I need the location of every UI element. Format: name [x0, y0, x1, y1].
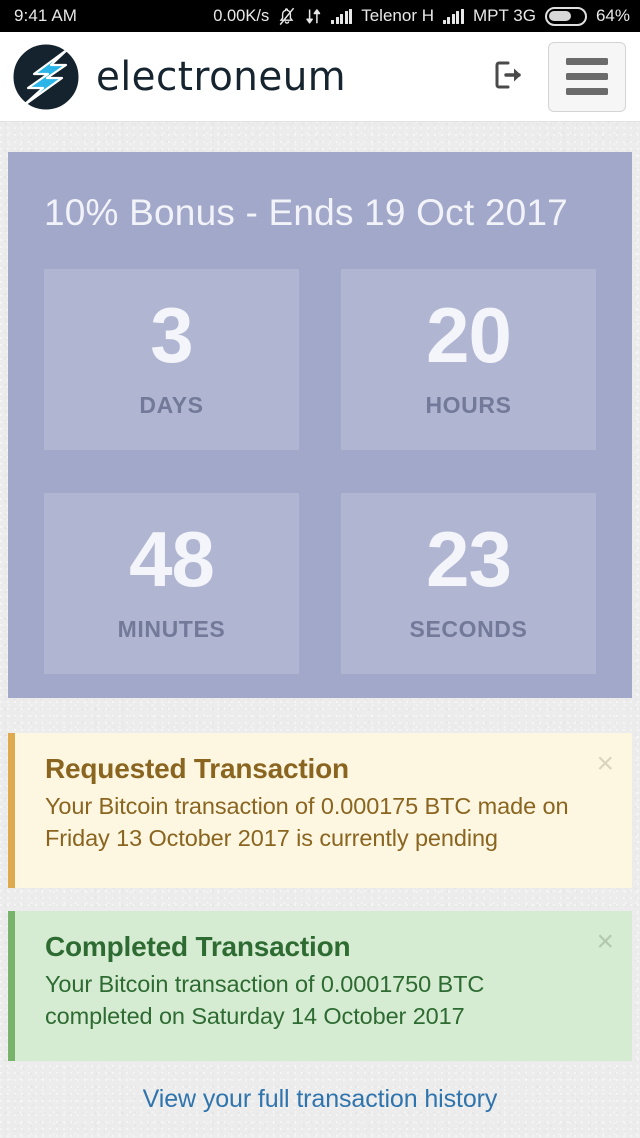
logout-icon [492, 58, 526, 95]
countdown-label: HOURS [425, 391, 512, 418]
network-speed-label: 0.00K/s [213, 6, 270, 25]
carrier-secondary-label: MPT 3G [472, 6, 536, 25]
app-header: electroneum [0, 32, 640, 122]
battery-percent-label: 64% [595, 6, 630, 25]
header-actions [488, 41, 626, 112]
battery-icon [544, 6, 587, 26]
countdown-label: DAYS [139, 391, 204, 418]
signal-bars-icon-secondary [442, 8, 464, 24]
countdown-cell-minutes: 48 MINUTES [44, 493, 299, 674]
bell-muted-icon [278, 7, 296, 26]
countdown-cell-hours: 20 HOURS [341, 269, 596, 450]
close-icon[interactable]: × [596, 749, 614, 779]
status-bar-clock: 9:41 AM [14, 6, 78, 25]
countdown-grid: 3 DAYS 20 HOURS 48 MINUTES 23 SECONDS [44, 269, 596, 674]
status-bar: 9:41 AM 0.00K/s Telenor H MPT 3G 64% [0, 0, 640, 32]
requested-transaction-alert: × Requested Transaction Your Bitcoin tra… [8, 733, 632, 888]
completed-transaction-alert: × Completed Transaction Your Bitcoin tra… [8, 911, 632, 1061]
countdown-title: 10% Bonus - Ends 19 Oct 2017 [44, 192, 568, 233]
alert-title: Completed Transaction [45, 931, 351, 962]
countdown-label: MINUTES [117, 615, 226, 642]
signal-bars-icon-primary [331, 8, 353, 24]
logout-button[interactable] [488, 56, 530, 98]
status-bar-indicators: 0.00K/s Telenor H MPT 3G 64% [213, 6, 630, 26]
countdown-value: 3 [150, 291, 193, 380]
countdown-label: SECONDS [409, 615, 528, 642]
countdown-value: 48 [129, 515, 215, 604]
countdown-cell-seconds: 23 SECONDS [341, 493, 596, 674]
transaction-history-link[interactable]: View your full transaction history [0, 1085, 640, 1114]
carrier-primary-label: Telenor H [361, 6, 434, 25]
electroneum-logo-icon [10, 41, 82, 113]
hamburger-bar [566, 88, 608, 95]
hamburger-bar [566, 58, 608, 65]
brand-wordmark: electroneum [96, 53, 347, 100]
app-screen: 9:41 AM 0.00K/s Telenor H MPT 3G 64% ele… [0, 0, 640, 1138]
alert-title: Requested Transaction [45, 753, 349, 784]
alert-body: Your Bitcoin transaction of 0.0001750 BT… [45, 971, 485, 1030]
countdown-value: 20 [426, 291, 512, 380]
hamburger-menu-button[interactable] [548, 41, 626, 112]
countdown-value: 23 [426, 515, 512, 604]
countdown-cell-days: 3 DAYS [44, 269, 299, 450]
alert-body: Your Bitcoin transaction of 0.000175 BTC… [45, 793, 569, 852]
data-transfer-icon [305, 8, 322, 25]
hamburger-bar [566, 73, 608, 80]
close-icon[interactable]: × [596, 927, 614, 957]
bonus-countdown-banner: 10% Bonus - Ends 19 Oct 2017 3 DAYS 20 H… [8, 152, 632, 698]
brand-logo[interactable]: electroneum [10, 41, 354, 113]
